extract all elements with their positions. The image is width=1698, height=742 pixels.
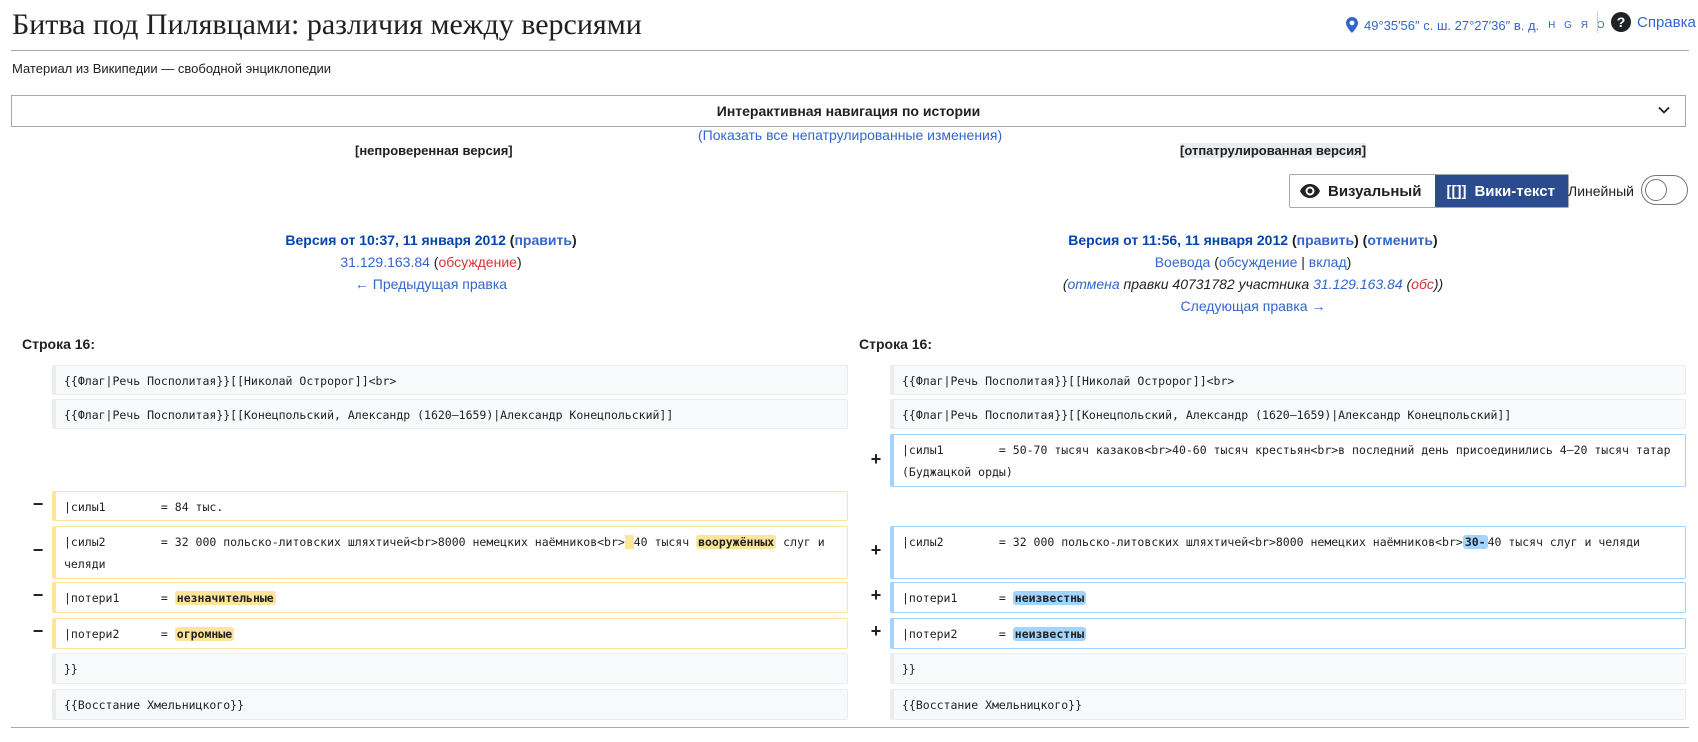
summary-user-link[interactable]: 31.129.163.84 [1313, 276, 1403, 292]
diff-plus-marker: + [870, 621, 882, 641]
diff-deleted-line: |потери1 = незначительные [52, 582, 848, 613]
wikitext-diff-label: Вики-текст [1474, 182, 1555, 200]
bottom-divider [11, 727, 1689, 728]
map-pin-icon [1346, 17, 1358, 33]
diff-text: |потери2 = [64, 627, 175, 641]
diff-plus-marker: + [870, 540, 882, 560]
diff-context-left: }} [52, 653, 848, 684]
left-edit-link[interactable]: править [514, 232, 571, 248]
right-revision-title-row: Версия от 11:56, 11 января 2012 (править… [1068, 232, 1438, 248]
right-revision-info: Версия от 11:56, 11 января 2012 (править… [903, 229, 1603, 317]
diff-text: |силы2 = 32 000 польско-литовских шляхти… [64, 535, 625, 549]
diff-plus-marker: + [870, 585, 882, 605]
diff-added-line: |силы1 = 50-70 тысяч казаков<br>40-60 ты… [890, 434, 1686, 487]
right-user-link[interactable]: Воевода [1155, 254, 1211, 270]
history-navigation-title: Интерактивная навигация по истории [716, 103, 981, 119]
map-service-links[interactable]: H G Я O [1548, 20, 1607, 31]
right-talk-link[interactable]: обсуждение [1219, 254, 1297, 270]
left-revision-user-row: 31.129.163.84 (обсуждение) [81, 251, 781, 273]
help-link[interactable]: ? Справка [1611, 12, 1696, 32]
indicator-divider [1597, 11, 1598, 33]
summary-undo-link[interactable]: отмена [1067, 276, 1119, 292]
diff-deleted-word [624, 535, 634, 549]
diff-context-right: {{Флаг|Речь Посполитая}}[[Конецпольский,… [890, 399, 1686, 429]
diff-text: |силы2 = 32 000 польско-литовских шляхти… [902, 535, 1463, 549]
diff-added-line: |потери2 = неизвестны [890, 618, 1686, 649]
diff-text: 40 тысяч слуг и челяди [1487, 535, 1640, 549]
diff-added-line: |потери1 = неизвестны [890, 582, 1686, 613]
diff-added-line: |силы2 = 32 000 польско-литовских шляхти… [890, 526, 1686, 579]
wikitext-icon: [[]] [1446, 182, 1467, 200]
eye-icon [1300, 184, 1320, 198]
diff-deleted-line: |силы2 = 32 000 польско-литовских шляхти… [52, 526, 848, 579]
diff-deleted-word: незначительные [174, 591, 276, 605]
diff-context-right: }} [890, 653, 1686, 684]
title-divider [11, 50, 1689, 51]
diff-minus-marker: − [32, 621, 44, 641]
diff-view-toggle[interactable]: Визуальный [[]] Вики-текст [1289, 174, 1569, 208]
diff-context-left: {{Восстание Хмельницкого}} [52, 689, 848, 720]
site-tagline: Материал из Википедии — свободной энцикл… [12, 61, 332, 76]
chevron-down-icon [1658, 106, 1670, 114]
left-line-number: Строка 16: [22, 336, 95, 352]
contributions-link[interactable]: вклад [1309, 254, 1347, 270]
diff-deleted-word: огромные [174, 627, 235, 641]
diff-deleted-line: |силы1 = 84 тыс. [52, 491, 848, 521]
help-icon: ? [1611, 12, 1631, 32]
diff-minus-marker: − [32, 585, 44, 605]
paren-close: ) [516, 254, 522, 270]
left-revision-title-row: Версия от 10:37, 11 января 2012 (править… [81, 229, 781, 251]
coordinates-indicator[interactable]: 49°35′56″ с. ш. 27°27′36″ в. д. H G Я O [1345, 17, 1608, 33]
right-revision-user-row: Воевода (обсуждение | вклад) [1154, 254, 1352, 270]
left-version-tag: [непроверенная версия] [355, 143, 513, 158]
diff-text: |потери1 = [64, 591, 175, 605]
diff-deleted-word: вооружённых [696, 535, 777, 549]
diff-minus-marker: − [32, 494, 44, 514]
right-line-number: Строка 16: [859, 336, 932, 352]
diff-context-right: {{Восстание Хмельницкого}} [890, 689, 1686, 720]
visual-diff-button[interactable]: Визуальный [1290, 175, 1436, 207]
coordinates-text[interactable]: 49°35′56″ с. ш. 27°27′36″ в. д. [1364, 18, 1539, 33]
summary-talk-link[interactable]: обс [1411, 276, 1434, 292]
right-edit-link[interactable]: править [1297, 232, 1354, 248]
undo-link[interactable]: отменить [1367, 232, 1433, 248]
linear-toggle-switch[interactable] [1641, 175, 1688, 205]
diff-plus-marker: + [870, 449, 882, 469]
left-revision-link[interactable]: Версия от 10:37, 11 января 2012 [285, 232, 506, 248]
diff-text: 40 тысяч [633, 535, 697, 549]
diff-text: |потери2 = [902, 627, 1013, 641]
switch-knob [1645, 179, 1667, 201]
diff-context-right: {{Флаг|Речь Посполитая}}[[Николай Острор… [890, 365, 1686, 395]
history-navigation-toggle[interactable]: Интерактивная навигация по истории [11, 95, 1686, 127]
left-user-link[interactable]: 31.129.163.84 [340, 254, 430, 270]
right-revision-link[interactable]: Версия от 11:56, 11 января 2012 [1068, 232, 1288, 248]
diff-added-word: неизвестны [1012, 591, 1087, 605]
edit-summary: (отмена правки 40731782 участника 31.129… [1062, 276, 1444, 292]
previous-edit-link[interactable]: ← Предыдущая правка [355, 276, 507, 292]
visual-diff-label: Визуальный [1328, 182, 1422, 200]
next-edit-link[interactable]: Следующая правка → [1181, 298, 1326, 314]
diff-text: |потери1 = [902, 591, 1013, 605]
diff-added-word: неизвестны [1012, 627, 1087, 641]
help-label[interactable]: Справка [1637, 14, 1696, 31]
wikitext-diff-button[interactable]: [[]] Вики-текст [1435, 175, 1568, 207]
right-version-tag: [отпатрулированная версия] [1180, 143, 1367, 158]
show-unpatrolled-link[interactable]: (Показать все непатрулированные изменени… [698, 127, 1002, 143]
paren-close: ) [571, 232, 577, 248]
diff-minus-marker: − [32, 540, 44, 560]
page-title: Битва под Пилявцами: различия между верс… [12, 8, 642, 41]
left-talk-link[interactable]: обсуждение [438, 254, 516, 270]
left-revision-info: Версия от 10:37, 11 января 2012 (править… [81, 229, 781, 295]
diff-context-left: {{Флаг|Речь Посполитая}}[[Конецпольский,… [52, 399, 848, 429]
right-version-tag-label: [отпатрулированная версия] [1180, 143, 1367, 158]
diff-deleted-line: |потери2 = огромные [52, 618, 848, 649]
diff-context-left: {{Флаг|Речь Посполитая}}[[Николай Острор… [52, 365, 848, 395]
diff-added-word: 30- [1462, 535, 1488, 549]
link-separator: | [1297, 254, 1309, 270]
linear-label: Линейный [1568, 183, 1634, 199]
summary-text: правки 40731782 участника [1119, 276, 1314, 292]
